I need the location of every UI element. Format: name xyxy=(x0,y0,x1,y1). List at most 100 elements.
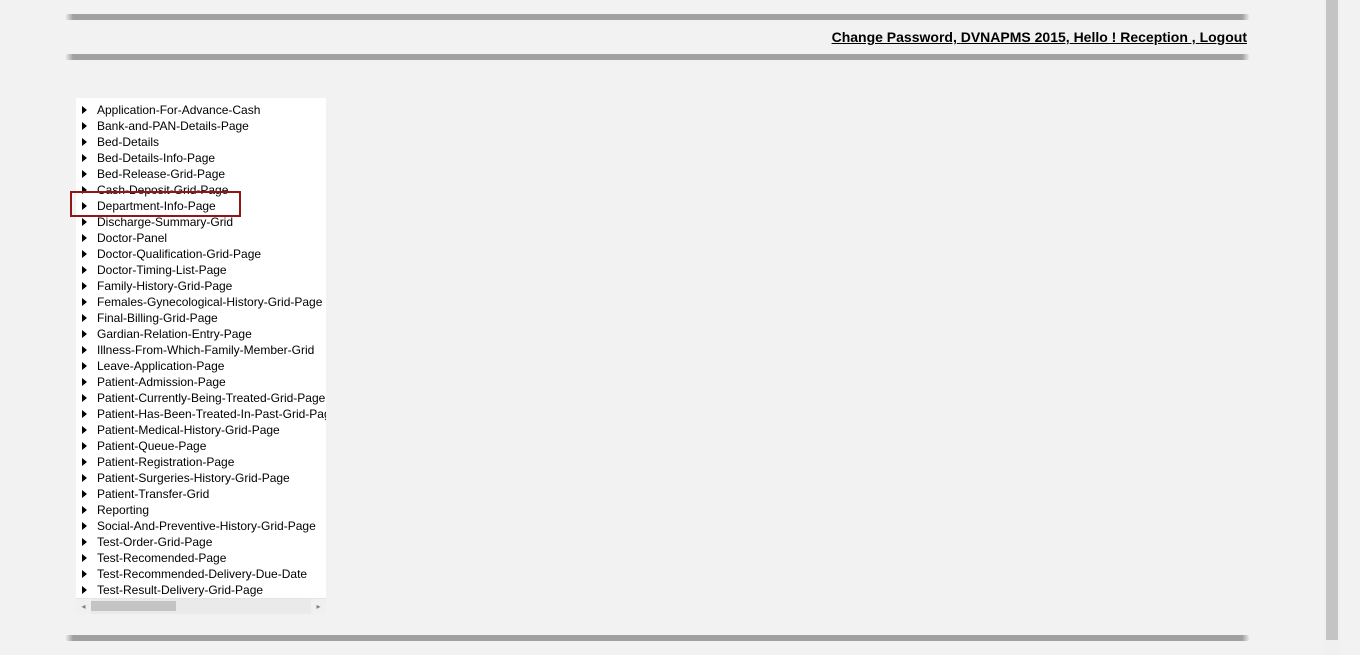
caret-right-icon xyxy=(82,218,87,226)
greeting-link[interactable]: Hello ! Reception , xyxy=(1070,29,1196,45)
brand-link[interactable]: DVNAPMS 2015, xyxy=(957,29,1070,45)
sidebar-item-label: Test-Order-Grid-Page xyxy=(97,534,212,550)
sidebar-item[interactable]: Bed-Details-Info-Page xyxy=(76,150,326,166)
caret-right-icon xyxy=(82,250,87,258)
topbar: Change Password, DVNAPMS 2015, Hello ! R… xyxy=(0,20,1315,54)
page-vertical-scrollbar[interactable] xyxy=(1324,0,1340,655)
scroll-left-arrow[interactable]: ◂ xyxy=(76,599,91,614)
tree-horizontal-scrollbar[interactable]: ◂ ▸ xyxy=(76,598,326,614)
caret-right-icon xyxy=(82,474,87,482)
caret-right-icon xyxy=(82,522,87,530)
sidebar-item-label: Test-Result-Delivery-Grid-Page xyxy=(97,582,263,598)
caret-right-icon xyxy=(82,410,87,418)
sidebar-item[interactable]: Final-Billing-Grid-Page xyxy=(76,310,326,326)
sidebar-item[interactable]: Test-Order-Grid-Page xyxy=(76,534,326,550)
sidebar-tree: Application-For-Advance-CashBank-and-PAN… xyxy=(76,98,326,614)
caret-right-icon xyxy=(82,282,87,290)
sidebar-item-label: Family-History-Grid-Page xyxy=(97,278,232,294)
caret-right-icon xyxy=(82,170,87,178)
sidebar-item[interactable]: Patient-Queue-Page xyxy=(76,438,326,454)
sidebar-item-label: Bed-Release-Grid-Page xyxy=(97,166,225,182)
sidebar-item[interactable]: Family-History-Grid-Page xyxy=(76,278,326,294)
sidebar-item-label: Bank-and-PAN-Details-Page xyxy=(97,118,249,134)
caret-right-icon xyxy=(82,346,87,354)
sidebar-item-label: Illness-From-Which-Family-Member-Grid xyxy=(97,342,314,358)
sidebar-item[interactable]: Test-Result-Delivery-Grid-Page xyxy=(76,582,326,598)
caret-right-icon xyxy=(82,538,87,546)
sidebar-item-label: Discharge-Summary-Grid xyxy=(97,214,233,230)
sidebar-item[interactable]: Department-Info-Page xyxy=(76,198,326,214)
caret-right-icon xyxy=(82,362,87,370)
scroll-thumb[interactable] xyxy=(91,601,176,611)
caret-right-icon xyxy=(82,378,87,386)
sidebar-item-label: Patient-Has-Been-Treated-In-Past-Grid-Pa… xyxy=(97,406,326,422)
sidebar-item[interactable]: Doctor-Qualification-Grid-Page xyxy=(76,246,326,262)
caret-right-icon xyxy=(82,458,87,466)
caret-right-icon xyxy=(82,506,87,514)
sidebar-item-label: Doctor-Qualification-Grid-Page xyxy=(97,246,261,262)
sidebar-item[interactable]: Bank-and-PAN-Details-Page xyxy=(76,118,326,134)
sidebar-item-label: Patient-Registration-Page xyxy=(97,454,234,470)
caret-right-icon xyxy=(82,298,87,306)
sidebar-item[interactable]: Leave-Application-Page xyxy=(76,358,326,374)
caret-right-icon xyxy=(82,394,87,402)
sidebar-item[interactable]: Application-For-Advance-Cash xyxy=(76,102,326,118)
sidebar-item[interactable]: Doctor-Panel xyxy=(76,230,326,246)
caret-right-icon xyxy=(82,186,87,194)
caret-right-icon xyxy=(82,154,87,162)
sidebar-item-label: Leave-Application-Page xyxy=(97,358,224,374)
caret-right-icon xyxy=(82,490,87,498)
sidebar-item-label: Patient-Surgeries-History-Grid-Page xyxy=(97,470,290,486)
sidebar-item[interactable]: Bed-Release-Grid-Page xyxy=(76,166,326,182)
sidebar-item-label: Bed-Details xyxy=(97,134,159,150)
sidebar-item[interactable]: Social-And-Preventive-History-Grid-Page xyxy=(76,518,326,534)
mid-divider xyxy=(65,54,1250,60)
sidebar-item[interactable]: Females-Gynecological-History-Grid-Page xyxy=(76,294,326,310)
caret-right-icon xyxy=(82,202,87,210)
sidebar-item-label: Reporting xyxy=(97,502,149,518)
sidebar-item-label: Doctor-Panel xyxy=(97,230,167,246)
sidebar-item[interactable]: Cash-Deposit-Grid-Page xyxy=(76,182,326,198)
change-password-link[interactable]: Change Password, xyxy=(832,29,957,45)
caret-right-icon xyxy=(82,554,87,562)
page-scroll-thumb[interactable] xyxy=(1326,0,1338,640)
sidebar-item-label: Bed-Details-Info-Page xyxy=(97,150,215,166)
sidebar-item[interactable]: Patient-Admission-Page xyxy=(76,374,326,390)
caret-right-icon xyxy=(82,234,87,242)
caret-right-icon xyxy=(82,266,87,274)
sidebar-item[interactable]: Illness-From-Which-Family-Member-Grid xyxy=(76,342,326,358)
sidebar-item[interactable]: Patient-Surgeries-History-Grid-Page xyxy=(76,470,326,486)
caret-right-icon xyxy=(82,426,87,434)
sidebar-item-label: Patient-Currently-Being-Treated-Grid-Pag… xyxy=(97,390,325,406)
bottom-divider xyxy=(65,635,1250,641)
caret-right-icon xyxy=(82,586,87,594)
sidebar-item[interactable]: Reporting xyxy=(76,502,326,518)
caret-right-icon xyxy=(82,122,87,130)
sidebar-item[interactable]: Discharge-Summary-Grid xyxy=(76,214,326,230)
sidebar-item[interactable]: Patient-Currently-Being-Treated-Grid-Pag… xyxy=(76,390,326,406)
sidebar-item[interactable]: Doctor-Timing-List-Page xyxy=(76,262,326,278)
sidebar-item-label: Application-For-Advance-Cash xyxy=(97,102,260,118)
logout-link[interactable]: Logout xyxy=(1196,29,1247,45)
sidebar-item[interactable]: Patient-Medical-History-Grid-Page xyxy=(76,422,326,438)
sidebar-item-label: Test-Recommended-Delivery-Due-Date xyxy=(97,566,307,582)
sidebar-item[interactable]: Patient-Registration-Page xyxy=(76,454,326,470)
sidebar-item[interactable]: Patient-Transfer-Grid xyxy=(76,486,326,502)
sidebar-item[interactable]: Gardian-Relation-Entry-Page xyxy=(76,326,326,342)
sidebar-item-label: Social-And-Preventive-History-Grid-Page xyxy=(97,518,316,534)
sidebar-item[interactable]: Test-Recommended-Delivery-Due-Date xyxy=(76,566,326,582)
sidebar-item-label: Patient-Admission-Page xyxy=(97,374,226,390)
sidebar-item[interactable]: Patient-Has-Been-Treated-In-Past-Grid-Pa… xyxy=(76,406,326,422)
sidebar-item-label: Doctor-Timing-List-Page xyxy=(97,262,227,278)
sidebar-item-label: Test-Recomended-Page xyxy=(97,550,226,566)
sidebar-item-label: Patient-Queue-Page xyxy=(97,438,206,454)
sidebar-item[interactable]: Bed-Details xyxy=(76,134,326,150)
sidebar-item-label: Gardian-Relation-Entry-Page xyxy=(97,326,252,342)
scroll-right-arrow[interactable]: ▸ xyxy=(311,599,326,614)
sidebar-item[interactable]: Test-Recomended-Page xyxy=(76,550,326,566)
sidebar-item-label: Final-Billing-Grid-Page xyxy=(97,310,218,326)
caret-right-icon xyxy=(82,442,87,450)
scroll-track[interactable] xyxy=(91,599,311,614)
caret-right-icon xyxy=(82,570,87,578)
caret-right-icon xyxy=(82,138,87,146)
